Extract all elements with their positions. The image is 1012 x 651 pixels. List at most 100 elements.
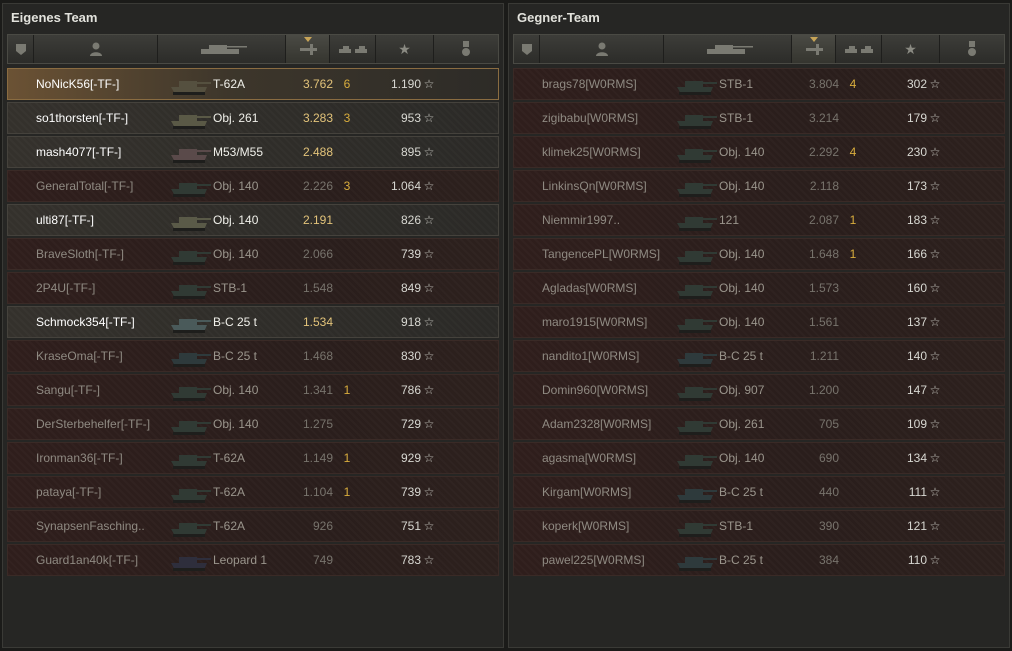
tank-silhouette-icon	[677, 251, 717, 265]
tank-silhouette-icon	[171, 557, 211, 571]
player-row[interactable]: koperk[W0RMS] STB-1 390 121 ☆	[513, 510, 1005, 542]
medal-icon[interactable]	[940, 35, 1004, 63]
player-icon[interactable]	[34, 35, 158, 63]
player-row[interactable]: Niemmir1997.. 121 2.087 1 183 ☆	[513, 204, 1005, 236]
player-row[interactable]: zigibabu[W0RMS] STB-1 3.214 179 ☆	[513, 102, 1005, 134]
damage-rating: 384	[818, 553, 839, 567]
player-row[interactable]: 2P4U[-TF-] STB-1 1.548 849 ☆	[7, 272, 499, 304]
tank-image-icon	[163, 477, 213, 507]
star-icon: ☆	[423, 77, 435, 91]
star-icon: ☆	[423, 213, 435, 227]
damage-rating: 1.468	[302, 349, 333, 363]
player-row[interactable]: Ironman36[-TF-] T-62A 1.149 1 929 ☆	[7, 442, 499, 474]
player-icon[interactable]	[540, 35, 664, 63]
xp-value: 739	[400, 485, 421, 499]
player-row[interactable]: Guard1an40k[-TF-] Leopard 1 749 783 ☆	[7, 544, 499, 576]
star-icon: ☆	[929, 553, 941, 567]
player-row[interactable]: nandito1[W0RMS] B-C 25 t 1.211 140 ☆	[513, 340, 1005, 372]
player-row[interactable]: mash4077[-TF-] M53/M55 2.488 895 ☆	[7, 136, 499, 168]
tank-name: Obj. 140	[719, 145, 765, 159]
tank-image-icon	[163, 69, 213, 99]
tank-silhouette-icon	[677, 353, 717, 367]
player-row[interactable]: BraveSloth[-TF-] Obj. 140 2.066 739 ☆	[7, 238, 499, 270]
player-name: Ironman36[-TF-]	[36, 451, 123, 465]
tank-image-icon	[669, 137, 719, 167]
player-name: koperk[W0RMS]	[542, 519, 630, 533]
tank-image-icon	[669, 511, 719, 541]
player-name: Guard1an40k[-TF-]	[36, 553, 139, 567]
player-row[interactable]: Agladas[W0RMS] Obj. 140 1.573 160 ☆	[513, 272, 1005, 304]
xp-star-icon[interactable]: ★	[376, 35, 434, 63]
star-icon: ☆	[423, 281, 435, 295]
star-icon: ☆	[929, 451, 941, 465]
frags-icon[interactable]	[836, 35, 882, 63]
player-row[interactable]: Adam2328[W0RMS] Obj. 261 705 109 ☆	[513, 408, 1005, 440]
player-row[interactable]: SynapsenFasching.. T-62A 926 751 ☆	[7, 510, 499, 542]
player-row[interactable]: KraseOma[-TF-] B-C 25 t 1.468 830 ☆	[7, 340, 499, 372]
frags-icon[interactable]	[330, 35, 376, 63]
level-badge-icon[interactable]	[8, 35, 34, 63]
xp-value: 166	[906, 247, 927, 261]
tank-icon[interactable]	[158, 35, 286, 63]
star-icon: ☆	[929, 417, 941, 431]
xp-value: 160	[906, 281, 927, 295]
damage-rating: 749	[312, 553, 333, 567]
player-name: maro1915[W0RMS]	[542, 315, 648, 329]
tank-silhouette-icon	[171, 523, 211, 537]
tank-silhouette-icon	[171, 251, 211, 265]
player-row[interactable]: DerSterbehelfer[-TF-] Obj. 140 1.275 729 ☆	[7, 408, 499, 440]
player-row[interactable]: GeneralTotal[-TF-] Obj. 140 2.226 3 1.064 ☆	[7, 170, 499, 202]
tank-name: Obj. 140	[213, 213, 259, 227]
star-icon: ☆	[423, 179, 435, 193]
xp-value: 121	[906, 519, 927, 533]
player-row[interactable]: maro1915[W0RMS] Obj. 140 1.561 137 ☆	[513, 306, 1005, 338]
medal-icon[interactable]	[434, 35, 498, 63]
xp-value: 110	[907, 553, 927, 567]
tank-name: Obj. 140	[719, 451, 765, 465]
player-row[interactable]: Kirgam[W0RMS] B-C 25 t 440 111 ☆	[513, 476, 1005, 508]
star-icon: ☆	[423, 383, 435, 397]
tank-icon[interactable]	[664, 35, 792, 63]
player-row[interactable]: NoNicK56[-TF-] T-62A 3.762 6 1.190 ☆	[7, 68, 499, 100]
damage-icon[interactable]	[792, 35, 836, 63]
xp-value: 109	[906, 417, 927, 431]
tank-image-icon	[163, 137, 213, 167]
tank-image-icon	[669, 545, 719, 575]
tank-image-icon	[669, 103, 719, 133]
tank-name: 121	[719, 213, 740, 227]
level-badge-icon[interactable]	[514, 35, 540, 63]
tank-silhouette-icon	[677, 523, 717, 537]
player-row[interactable]: ulti87[-TF-] Obj. 140 2.191 826 ☆	[7, 204, 499, 236]
player-row[interactable]: Schmock354[-TF-] B-C 25 t 1.534 918 ☆	[7, 306, 499, 338]
tank-name: T-62A	[213, 77, 246, 91]
damage-rating: 2.292	[808, 145, 839, 159]
player-row[interactable]: klimek25[W0RMS] Obj. 140 2.292 4 230 ☆	[513, 136, 1005, 168]
damage-icon[interactable]	[286, 35, 330, 63]
damage-rating: 2.226	[302, 179, 333, 193]
player-row[interactable]: TangencePL[W0RMS] Obj. 140 1.648 1 166 ☆	[513, 238, 1005, 270]
tank-name: T-62A	[213, 451, 246, 465]
player-row[interactable]: pataya[-TF-] T-62A 1.104 1 739 ☆	[7, 476, 499, 508]
player-row[interactable]: Domin960[W0RMS] Obj. 907 1.200 147 ☆	[513, 374, 1005, 406]
tank-silhouette-icon	[171, 421, 211, 435]
xp-star-icon[interactable]: ★	[882, 35, 940, 63]
enemy-team-list: brags78[W0RMS] STB-1 3.804 4 302 ☆ zigibabu[W0…	[513, 68, 1005, 578]
player-row[interactable]: LinkinsQn[W0RMS] Obj. 140 2.118 173 ☆	[513, 170, 1005, 202]
own-team-title: Eigenes Team	[11, 10, 98, 25]
player-row[interactable]: agasma[W0RMS] Obj. 140 690 134 ☆	[513, 442, 1005, 474]
xp-value: 751	[400, 519, 421, 533]
player-name: Niemmir1997..	[542, 213, 621, 227]
damage-rating: 1.573	[808, 281, 839, 295]
player-row[interactable]: Sangu[-TF-] Obj. 140 1.341 1 786 ☆	[7, 374, 499, 406]
tank-image-icon	[163, 341, 213, 371]
player-row[interactable]: so1thorsten[-TF-] Obj. 261 3.283 3 953 ☆	[7, 102, 499, 134]
player-row[interactable]: pawel225[W0RMS] B-C 25 t 384 110 ☆	[513, 544, 1005, 576]
tank-name: Obj. 140	[719, 247, 765, 261]
tank-silhouette-icon	[677, 319, 717, 333]
tank-image-icon	[669, 375, 719, 405]
frags-count: 4	[849, 77, 857, 91]
tank-image-icon	[163, 103, 213, 133]
tank-name: Obj. 140	[213, 247, 259, 261]
player-row[interactable]: brags78[W0RMS] STB-1 3.804 4 302 ☆	[513, 68, 1005, 100]
xp-value: 183	[906, 213, 927, 227]
